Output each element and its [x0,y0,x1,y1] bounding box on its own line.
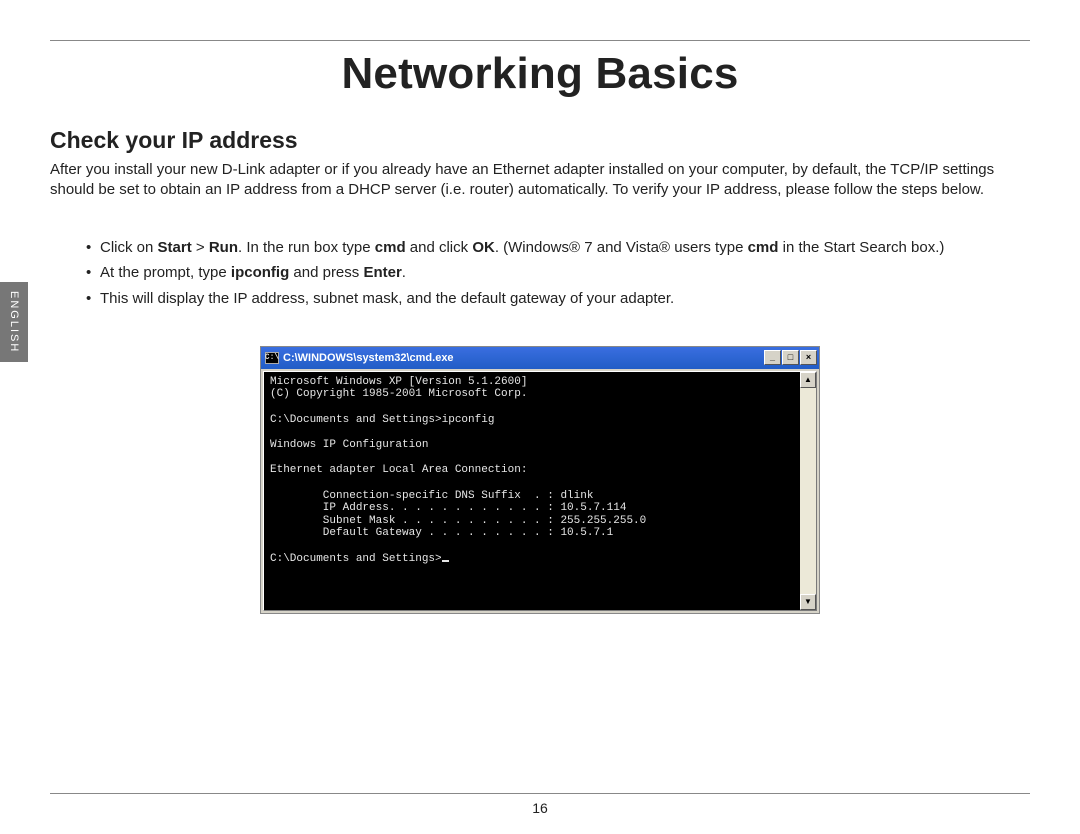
step-2-text-d: . [402,264,406,281]
language-tab: ENGLISH [0,282,28,362]
step-1-bold-start: Start [158,239,192,256]
language-tab-label: ENGLISH [8,291,20,353]
cmd-title-text: C:\WINDOWS\system32\cmd.exe [283,352,454,364]
step-2-bold-enter: Enter [363,264,401,281]
cmd-icon: C:\ [265,352,279,364]
scroll-up-button[interactable]: ▲ [800,372,816,388]
bottom-rule [50,793,1030,794]
section-heading: Check your IP address [50,127,1030,154]
step-2-text-c: and press [289,264,363,281]
step-1-text-c: > [192,239,209,256]
cmd-window: C:\ C:\WINDOWS\system32\cmd.exe _ □ × Mi… [260,346,820,614]
step-1-bold-ok: OK [472,239,495,256]
close-button[interactable]: × [800,350,817,365]
console-output: Microsoft Windows XP [Version 5.1.2600] … [270,376,792,566]
steps-list: Click on Start > Run. In the run box typ… [50,237,1030,310]
step-1-text-d: . In the run box type [238,239,375,256]
step-1-text-a: Click on [100,239,158,256]
scroll-down-button[interactable]: ▼ [800,594,816,610]
step-1-text-f: . (Windows® 7 and Vista® users type [495,239,748,256]
minimize-button[interactable]: _ [764,350,781,365]
step-1-text-g: in the Start Search box.) [778,239,944,256]
step-3-text: This will display the IP address, subnet… [100,290,674,307]
step-1-bold-cmd: cmd [375,239,406,256]
step-1-bold-run: Run [209,239,238,256]
intro-paragraph: After you install your new D-Link adapte… [50,160,1030,201]
step-2-bold-ipconfig: ipconfig [231,264,289,281]
cursor-icon [442,560,449,562]
step-1-bold-cmd2: cmd [748,239,779,256]
page-title: Networking Basics [50,49,1030,99]
step-3: This will display the IP address, subnet… [100,288,1030,310]
step-1: Click on Start > Run. In the run box typ… [100,237,1030,259]
cmd-body: Microsoft Windows XP [Version 5.1.2600] … [263,371,817,611]
step-2: At the prompt, type ipconfig and press E… [100,262,1030,284]
maximize-button[interactable]: □ [782,350,799,365]
step-1-text-e: and click [406,239,473,256]
scrollbar[interactable]: ▲ ▼ [800,372,816,610]
cmd-titlebar: C:\ C:\WINDOWS\system32\cmd.exe _ □ × [261,347,819,369]
page-number: 16 [0,800,1080,816]
top-rule [50,40,1030,41]
step-2-text-a: At the prompt, type [100,264,231,281]
